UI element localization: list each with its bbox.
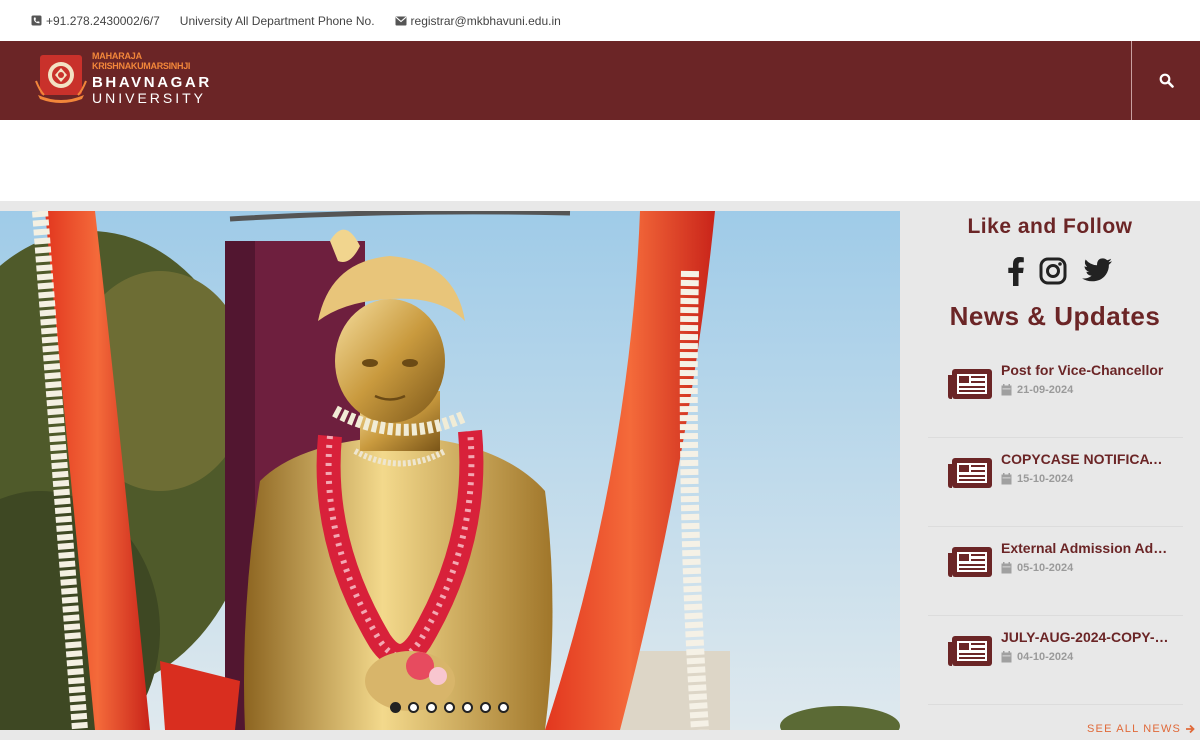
instagram-icon bbox=[1039, 257, 1067, 285]
calendar-icon bbox=[1001, 473, 1012, 485]
arrow-right-icon bbox=[1186, 724, 1195, 734]
header-spacer bbox=[0, 120, 1200, 201]
news-date-text: 04-10-2024 bbox=[1017, 651, 1074, 663]
calendar-icon bbox=[1001, 562, 1012, 574]
news-title: Post for Vice-Chancellor bbox=[1001, 362, 1164, 378]
newspaper-icon bbox=[948, 636, 992, 666]
follow-heading: Like and Follow bbox=[967, 215, 1133, 238]
facebook-icon bbox=[1008, 257, 1024, 286]
social-links bbox=[1000, 256, 1120, 286]
slider-pagination bbox=[390, 702, 516, 713]
twitter-icon bbox=[1082, 258, 1112, 282]
instagram-link[interactable] bbox=[1039, 257, 1067, 285]
department-phone-link[interactable]: University All Department Phone No. bbox=[180, 14, 375, 28]
logo-line-maharaja: MAHARAJA bbox=[92, 50, 142, 61]
calendar-icon bbox=[1001, 384, 1012, 396]
news-date-text: 15-10-2024 bbox=[1017, 473, 1074, 485]
hero-statue-image bbox=[0, 211, 900, 730]
news-item[interactable]: Post for Vice-Chancellor 21-09-2024 bbox=[928, 349, 1183, 438]
news-date: 15-10-2024 bbox=[1001, 473, 1073, 485]
email-contact[interactable]: registrar@mkbhavuni.edu.in bbox=[395, 14, 561, 28]
hero-slider[interactable] bbox=[0, 211, 900, 730]
top-contact-bar: +91.278.2430002/6/7 University All Depar… bbox=[0, 0, 1200, 41]
slider-dot[interactable] bbox=[390, 702, 401, 713]
news-date: 21-09-2024 bbox=[1001, 384, 1073, 396]
slider-dot[interactable] bbox=[426, 702, 437, 713]
news-title: JULY-AUG-2024-COPY-CASE bbox=[1001, 629, 1171, 645]
slider-dot[interactable] bbox=[408, 702, 419, 713]
news-date-text: 21-09-2024 bbox=[1017, 384, 1074, 396]
logo-text: MAHARAJA KRISHNAKUMARSINHJI BHAVNAGAR UN… bbox=[92, 50, 212, 106]
slider-dot[interactable] bbox=[480, 702, 491, 713]
news-date: 04-10-2024 bbox=[1001, 651, 1073, 663]
newspaper-icon bbox=[948, 458, 992, 488]
news-heading: News & Updates bbox=[949, 301, 1161, 331]
envelope-icon bbox=[395, 16, 407, 25]
phone-number: +91.278.2430002/6/7 bbox=[46, 13, 160, 28]
search-icon bbox=[1159, 73, 1174, 88]
phone-icon bbox=[31, 15, 42, 26]
see-all-news-label: SEE ALL NEWS bbox=[1087, 723, 1182, 735]
newspaper-icon bbox=[948, 369, 992, 399]
news-title: COPYCASE NOTIFICATION bbox=[1001, 451, 1171, 467]
news-sidebar: Like and Follow News & Updates Post for … bbox=[900, 201, 1200, 740]
university-emblem-icon bbox=[35, 55, 87, 103]
news-item[interactable]: JULY-AUG-2024-COPY-CASE 04-10-2024 bbox=[928, 616, 1183, 705]
slider-dot[interactable] bbox=[498, 702, 509, 713]
site-header: MAHARAJA KRISHNAKUMARSINHJI BHAVNAGAR UN… bbox=[0, 41, 1200, 120]
slider-dot[interactable] bbox=[462, 702, 473, 713]
logo-line-krishnakumarsinhji: KRISHNAKUMARSINHJI bbox=[92, 60, 191, 71]
calendar-icon bbox=[1001, 651, 1012, 663]
search-button[interactable] bbox=[1132, 41, 1200, 120]
news-date: 05-10-2024 bbox=[1001, 562, 1073, 574]
phone-contact[interactable]: +91.278.2430002/6/7 bbox=[31, 14, 160, 28]
news-title: External Admission Advertisement bbox=[1001, 540, 1171, 556]
email-address: registrar@mkbhavuni.edu.in bbox=[410, 13, 561, 28]
twitter-link[interactable] bbox=[1081, 258, 1113, 284]
news-list: Post for Vice-Chancellor 21-09-2024 COPY… bbox=[928, 349, 1183, 705]
news-date-text: 05-10-2024 bbox=[1017, 562, 1074, 574]
see-all-news-link[interactable]: SEE ALL NEWS bbox=[1087, 723, 1195, 735]
slider-dot[interactable] bbox=[444, 702, 455, 713]
newspaper-icon bbox=[948, 547, 992, 577]
facebook-link[interactable] bbox=[1007, 256, 1025, 286]
university-logo[interactable]: MAHARAJA KRISHNAKUMARSINHJI BHAVNAGAR UN… bbox=[34, 51, 212, 105]
news-item[interactable]: External Admission Advertisement 05-10-2… bbox=[928, 527, 1183, 616]
logo-line-bhavnagar: BHAVNAGAR bbox=[92, 73, 212, 91]
logo-line-university: UNIVERSITY bbox=[92, 89, 207, 106]
news-item[interactable]: COPYCASE NOTIFICATION 15-10-2024 bbox=[928, 438, 1183, 527]
